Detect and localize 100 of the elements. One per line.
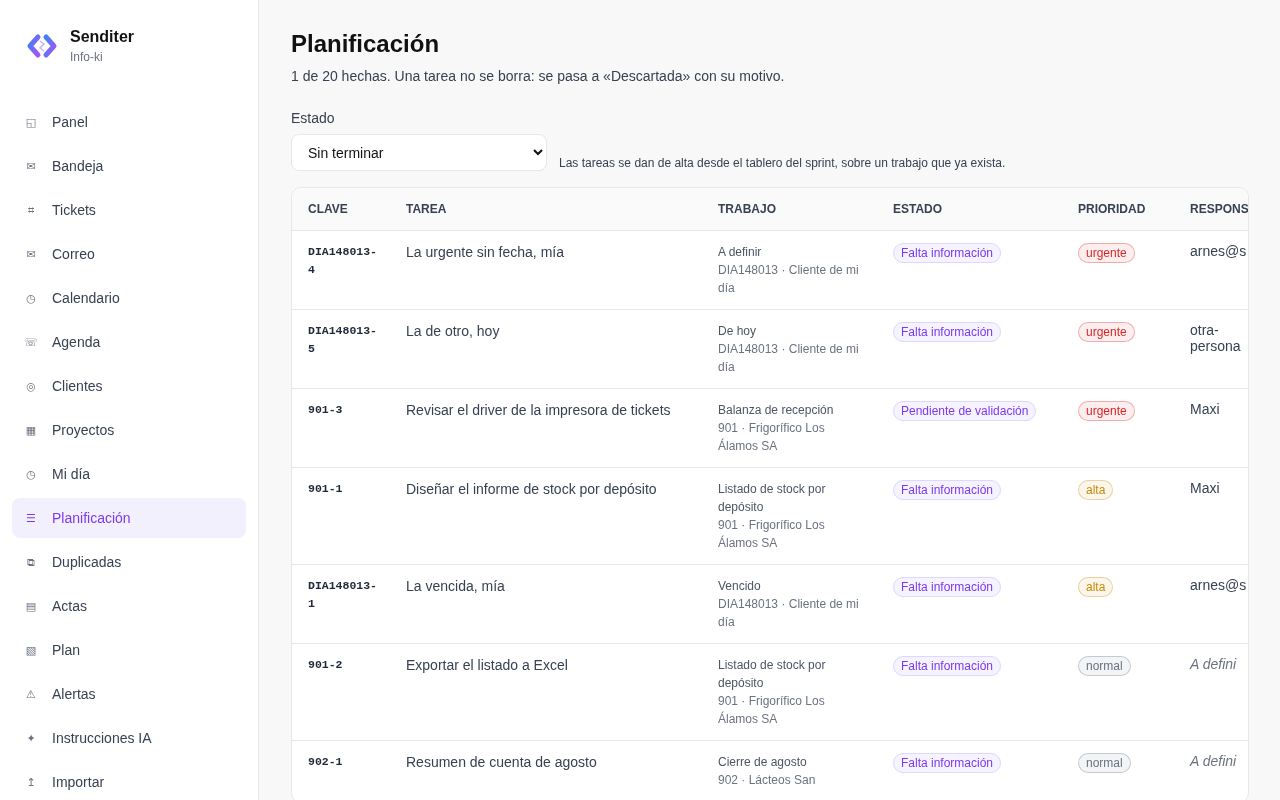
status-select[interactable]: Sin terminar <box>291 134 547 171</box>
status-badge: Falta información <box>893 656 1002 676</box>
work-detail: 901 · Frigorífico Los Álamos SA <box>718 693 826 728</box>
sidebar-item[interactable]: ↥ Importar <box>12 762 246 800</box>
work-name: Balanza de recepción <box>718 402 835 419</box>
nav-icon: ◷ <box>24 291 38 305</box>
task-title: La de otro, hoy <box>406 323 500 339</box>
nav-icon: ⧉ <box>24 555 38 569</box>
nav-icon: ▦ <box>24 423 38 437</box>
sidebar-item[interactable]: ☏ Agenda <box>12 322 246 362</box>
priority-badge: urgente <box>1078 322 1135 342</box>
page-subtitle: 1 de 20 hechas. Una tarea no se borra: se pasa a «Descartada» con su motivo. <box>291 68 786 84</box>
work-name: Cierre de agosto <box>718 754 808 771</box>
nav-icon: ⚠ <box>24 687 38 701</box>
assignee: arnes@s <box>1190 577 1248 593</box>
sidebar-item[interactable]: ◷ Calendario <box>12 278 246 318</box>
task-key: 901-2 <box>308 656 378 674</box>
sidebar-item[interactable]: ▦ Proyectos <box>12 410 246 450</box>
work-detail: DIA148013 · Cliente de mi día <box>718 262 860 297</box>
status-badge: Falta información <box>893 577 1002 597</box>
priority-badge: normal <box>1078 656 1131 676</box>
nav-icon: ◎ <box>24 379 38 393</box>
sidebar-item[interactable]: ☰ Planificación <box>12 498 246 538</box>
nav-label: Correo <box>52 246 95 262</box>
task-title: La urgente sin fecha, mía <box>406 244 564 260</box>
sidebar-item[interactable]: ✦ Instrucciones IA <box>12 718 246 758</box>
sidebar-item[interactable]: ⚠ Alertas <box>12 674 246 714</box>
work-name: A definir <box>718 244 763 261</box>
nav-label: Panel <box>52 114 88 130</box>
assignee: A defini <box>1190 753 1238 769</box>
nav-icon: ↥ <box>24 775 38 789</box>
task-key: 902-1 <box>308 753 378 771</box>
nav-label: Instrucciones IA <box>52 730 152 746</box>
work-detail: 901 · Frigorífico Los Álamos SA <box>718 517 826 552</box>
work-name: Listado de stock por depósito <box>718 657 827 692</box>
work-name: Listado de stock por depósito <box>718 481 827 516</box>
column-header: TAREA <box>390 188 702 231</box>
nav-label: Plan <box>52 642 81 658</box>
nav-icon: ▤ <box>24 599 38 613</box>
assignee: Maxi <box>1190 401 1221 417</box>
nav-icon: ✉ <box>24 159 38 173</box>
sidebar-item[interactable]: ◎ Clientes <box>12 366 246 406</box>
nav-label: Actas <box>52 598 87 614</box>
assignee: otra-persona <box>1190 322 1242 354</box>
work-name: Vencido <box>718 578 762 595</box>
task-key: DIA148013-4 <box>308 243 378 279</box>
status-badge: Falta información <box>893 243 1002 263</box>
nav-label: Proyectos <box>52 422 115 438</box>
task-key: DIA148013-5 <box>308 322 378 358</box>
task-key: 901-3 <box>308 401 378 419</box>
nav-icon: ◱ <box>24 115 38 129</box>
task-title: Diseñar el informe de stock por depósito <box>406 481 657 497</box>
task-key: DIA148013-1 <box>308 577 378 613</box>
column-header: CLAVE <box>292 188 390 231</box>
nav-icon: ⌗ <box>24 203 38 217</box>
work-name: De hoy <box>718 323 758 340</box>
task-title: Revisar el driver de la impresora de tickets <box>406 402 671 418</box>
nav-label: Bandeja <box>52 158 104 174</box>
sidebar-item[interactable]: ✉ Bandeja <box>12 146 246 186</box>
sidebar-item[interactable]: ◷ Mi día <box>12 454 246 494</box>
filter-hint: Las tareas se dan de alta desde el tablero del sprint, sobre un trabajo que ya exista. <box>559 156 1006 171</box>
task-title: Exportar el listado a Excel <box>406 657 568 673</box>
column-header: ESTADO <box>877 188 1062 231</box>
nav-icon: ✉ <box>24 247 38 261</box>
sidebar-item[interactable]: ▧ Plan <box>12 630 246 670</box>
nav-label: Agenda <box>52 334 101 350</box>
nav-label: Importar <box>52 774 105 790</box>
status-badge: Falta información <box>893 480 1002 500</box>
column-header: RESPONS <box>1174 188 1248 231</box>
task-title: Resumen de cuenta de agosto <box>406 754 597 770</box>
nav-label: Alertas <box>52 686 96 702</box>
priority-badge: urgente <box>1078 243 1135 263</box>
nav-label: Mi día <box>52 466 91 482</box>
assignee: A defini <box>1190 656 1238 672</box>
priority-badge: urgente <box>1078 401 1135 421</box>
work-detail: DIA148013 · Cliente de mi día <box>718 596 860 631</box>
priority-badge: alta <box>1078 480 1114 500</box>
task-title: La vencida, mía <box>406 578 505 594</box>
sidebar-item[interactable]: ▤ Actas <box>12 586 246 626</box>
nav-label: Planificación <box>52 510 131 526</box>
sidebar-item[interactable]: ⧉ Duplicadas <box>12 542 246 582</box>
status-badge: Pendiente de validación <box>893 401 1037 421</box>
nav-label: Tickets <box>52 202 96 218</box>
status-badge: Falta información <box>893 753 1002 773</box>
sidebar-item[interactable]: ◱ Panel <box>12 102 246 142</box>
nav-icon: ☏ <box>24 335 38 349</box>
work-detail: 901 · Frigorífico Los Álamos SA <box>718 420 826 455</box>
column-header: TRABAJO <box>702 188 877 231</box>
workspace-name: Info-ki <box>70 50 104 64</box>
nav-label: Calendario <box>52 290 120 306</box>
nav-label: Clientes <box>52 378 103 394</box>
page-title: Planificación <box>291 30 441 58</box>
sidebar-item[interactable]: ⌗ Tickets <box>12 190 246 230</box>
sidebar-item[interactable]: ✉ Correo <box>12 234 246 274</box>
assignee: Maxi <box>1190 480 1221 496</box>
nav-icon: ✦ <box>24 731 38 745</box>
column-header: PRIORIDAD <box>1062 188 1174 231</box>
nav-icon: ☰ <box>24 511 38 525</box>
filter-label: Estado <box>291 110 336 126</box>
nav-label: Duplicadas <box>52 554 122 570</box>
